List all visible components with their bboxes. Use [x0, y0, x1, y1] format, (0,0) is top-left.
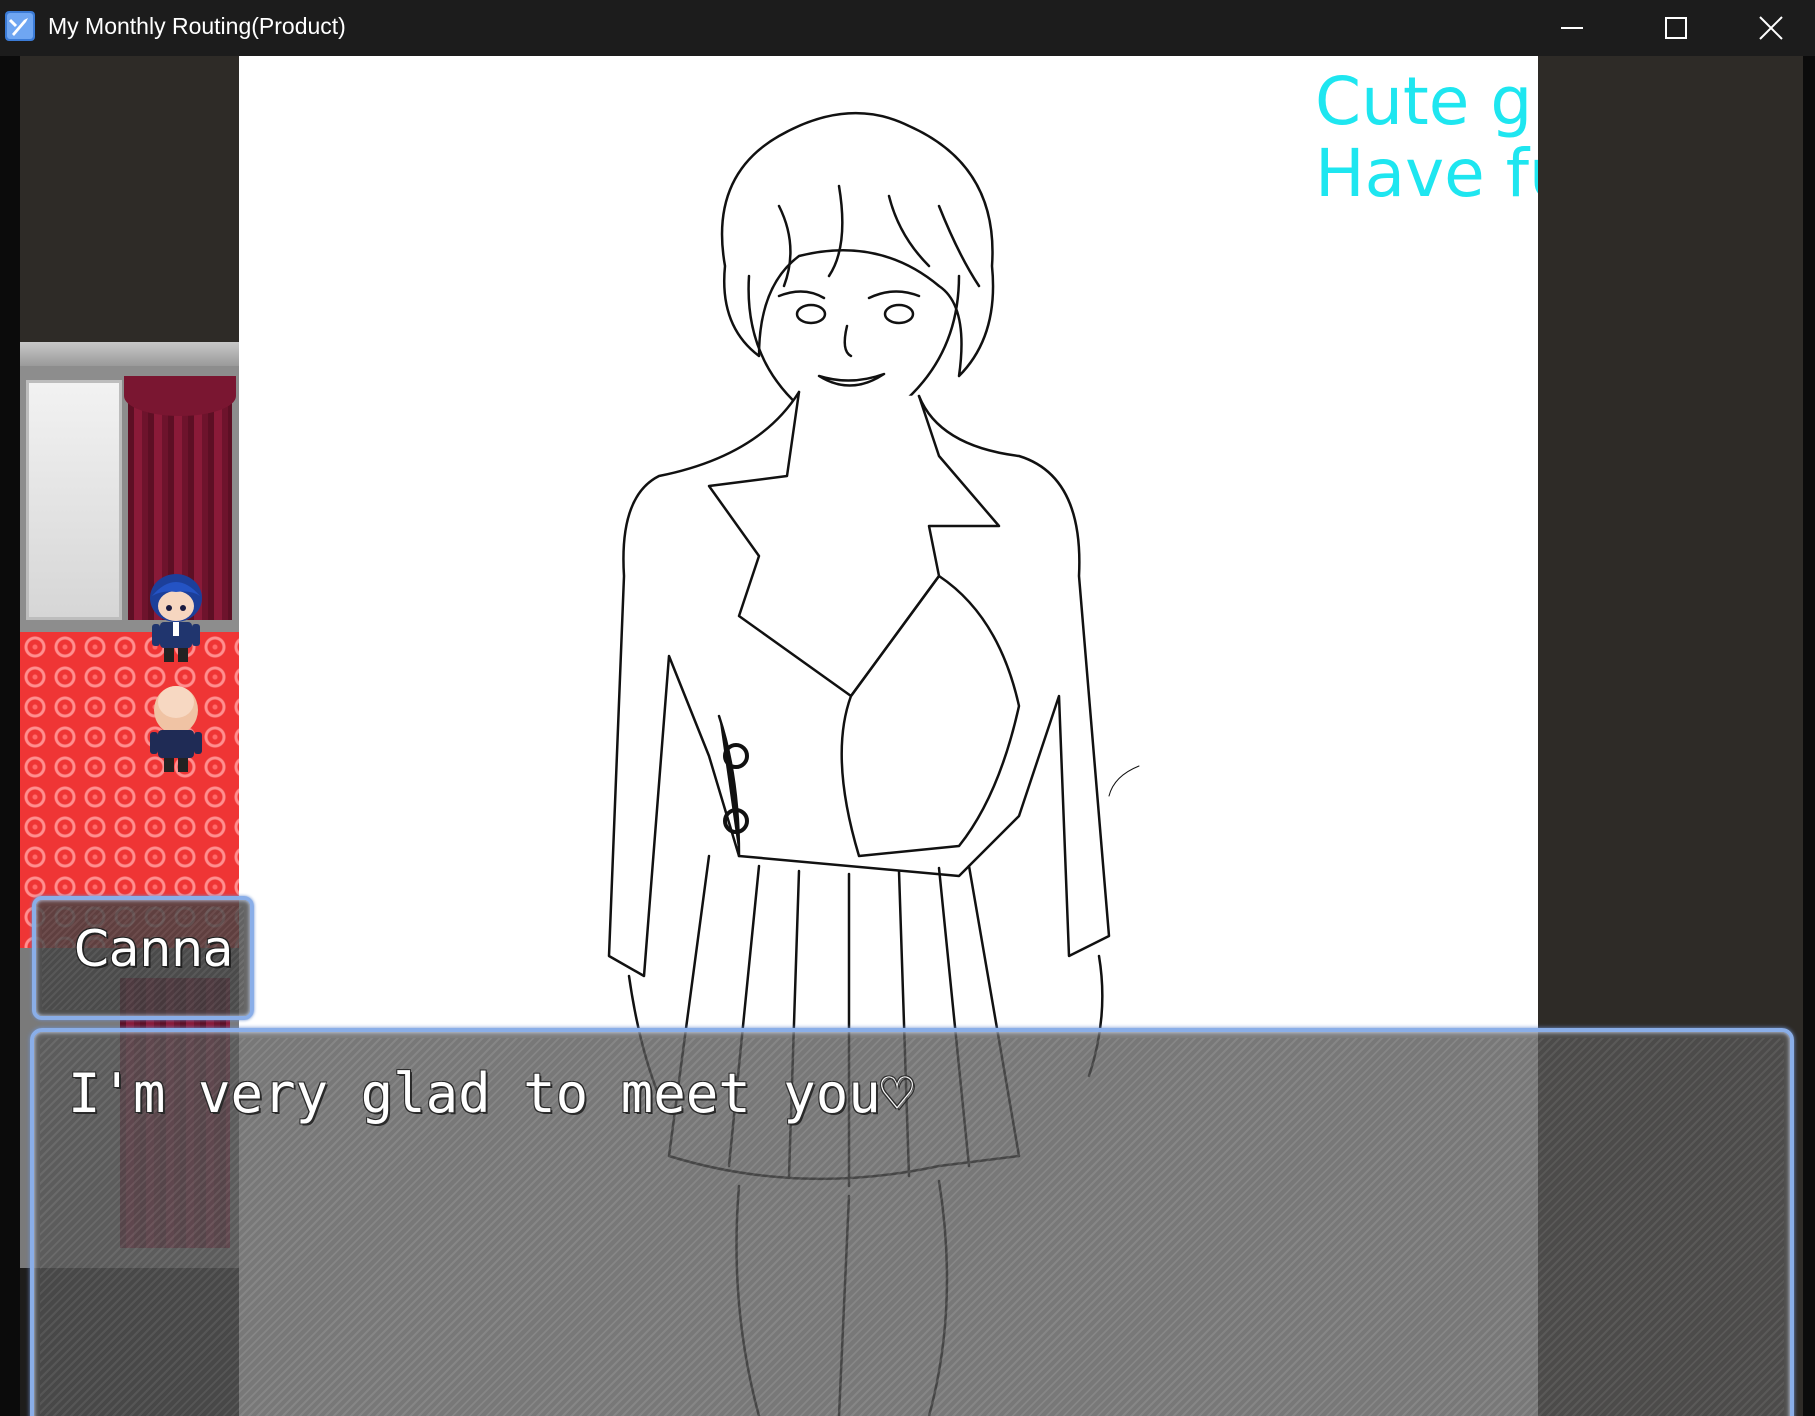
window-title-bar[interactable]: My Monthly Routing(Product) [0, 0, 1815, 56]
speaker-name: Canna [74, 920, 234, 978]
caption-line-2: Have fuck you soon！ [1315, 135, 1538, 212]
close-button[interactable] [1726, 0, 1815, 56]
blue-haired-boy-sprite [150, 574, 202, 662]
caption-overlay: Cute girl！ Have fuck you soon！ [1315, 66, 1538, 210]
bald-man-sprite [150, 686, 202, 772]
caption-line-1: Cute girl！ [1315, 63, 1538, 140]
message-text: I'm very glad to meet you♡ [68, 1062, 914, 1125]
map-wall [20, 56, 240, 342]
letterbox-right [1803, 56, 1815, 1416]
speaker-name-window: Canna [32, 896, 254, 1020]
window-title: My Monthly Routing(Product) [48, 13, 346, 39]
minimize-icon [1561, 27, 1583, 29]
letterbox-left [0, 56, 20, 1416]
maximize-button[interactable] [1624, 0, 1728, 56]
close-icon [1758, 16, 1783, 40]
maximize-icon [1665, 17, 1687, 39]
map-wall-trim [20, 342, 240, 366]
map-curtain-valance [124, 376, 236, 416]
game-screen[interactable]: Cute girl！ Have fuck you soon！ Canna I'm… [0, 56, 1815, 1416]
map-window-pane [26, 380, 122, 620]
message-window[interactable]: I'm very glad to meet you♡ [30, 1028, 1794, 1416]
app-icon [4, 10, 36, 42]
minimize-button[interactable] [1520, 0, 1624, 56]
